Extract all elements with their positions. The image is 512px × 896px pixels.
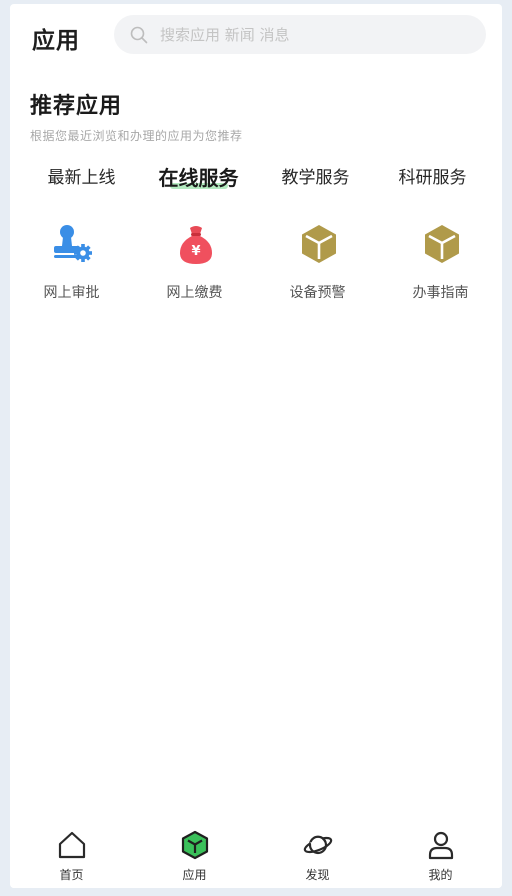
home-icon: [58, 831, 86, 859]
tab-research-services[interactable]: 科研服务: [371, 158, 494, 198]
header: 应用: [10, 4, 502, 68]
app-label: 办事指南: [412, 285, 469, 301]
tab-teaching-services[interactable]: 教学服务: [254, 158, 377, 198]
app-service-guide[interactable]: 办事指南: [379, 220, 502, 310]
section-title: 推荐应用: [30, 94, 123, 119]
nav-apps[interactable]: 应用: [133, 822, 256, 888]
cube-icon: [302, 225, 336, 263]
page-title: 应用: [32, 28, 80, 54]
nav-home[interactable]: 首页: [10, 822, 133, 888]
nav-profile[interactable]: 我的: [379, 822, 502, 888]
tab-online-services[interactable]: 在线服务: [137, 158, 260, 198]
stamp-gear-icon: [54, 225, 92, 262]
app-label: 网上审批: [43, 285, 100, 301]
planet-icon: [303, 835, 333, 855]
tab-label: 在线服务: [158, 166, 239, 190]
money-bag-icon: ¥: [180, 226, 212, 264]
nav-label: 应用: [182, 868, 207, 882]
search-input[interactable]: [160, 15, 470, 54]
nav-label: 我的: [428, 868, 453, 882]
user-icon: [428, 831, 454, 860]
app-online-approval[interactable]: 网上审批: [10, 220, 133, 310]
nav-label: 发现: [305, 868, 330, 882]
app-label: 网上缴费: [166, 285, 223, 301]
nav-label: 首页: [59, 868, 84, 882]
nav-discover[interactable]: 发现: [256, 822, 379, 888]
tab-label: 教学服务: [281, 168, 350, 188]
app-screen: 应用 推荐应用 根据您最近浏览和办理的应用为您推荐 最新上线 在线服务 教学服务…: [10, 4, 502, 888]
app-cube-icon: [181, 830, 209, 860]
tab-label: 最新上线: [47, 168, 116, 188]
search-icon: [130, 26, 148, 44]
cube-icon: [425, 225, 459, 263]
section-subtitle: 根据您最近浏览和办理的应用为您推荐: [30, 129, 243, 143]
svg-text:¥: ¥: [191, 244, 200, 259]
search-bar[interactable]: [114, 15, 486, 54]
app-online-payment[interactable]: ¥ 网上缴费: [133, 220, 256, 310]
app-grid: 网上审批 ¥ 网上缴费 设备预警 办事指南: [10, 220, 502, 310]
app-device-alert[interactable]: 设备预警: [256, 220, 379, 310]
tab-label: 科研服务: [398, 168, 467, 188]
tab-bar: 最新上线 在线服务 教学服务 科研服务: [10, 158, 502, 198]
app-label: 设备预警: [289, 285, 346, 301]
bottom-nav: 首页 应用 发现 我的: [10, 822, 502, 888]
tab-latest[interactable]: 最新上线: [20, 158, 143, 198]
